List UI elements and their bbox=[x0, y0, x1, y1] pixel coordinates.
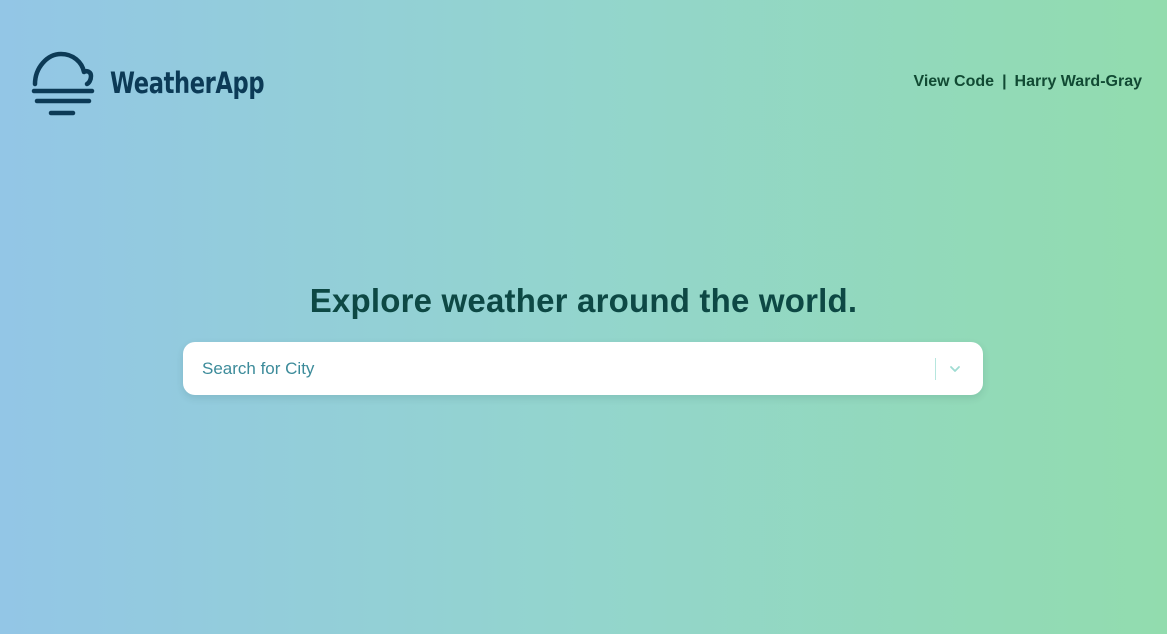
cloud-fog-icon bbox=[31, 51, 95, 116]
app-name: WeatherApp bbox=[110, 66, 265, 100]
author-link[interactable]: Harry Ward-Gray bbox=[1015, 73, 1142, 91]
indicator-separator bbox=[935, 357, 936, 380]
page-headline: Explore weather around the world. bbox=[309, 282, 858, 319]
dropdown-indicator[interactable] bbox=[946, 360, 964, 378]
nav-separator: | bbox=[1002, 73, 1007, 90]
chevron-down-icon bbox=[950, 365, 960, 372]
logo-link[interactable]: WeatherApp bbox=[31, 50, 308, 118]
view-code-link[interactable]: View Code bbox=[913, 73, 994, 91]
city-search-input[interactable] bbox=[183, 342, 935, 395]
city-search-select[interactable] bbox=[183, 342, 983, 395]
top-nav: View Code | Harry Ward-Gray bbox=[913, 73, 1142, 91]
